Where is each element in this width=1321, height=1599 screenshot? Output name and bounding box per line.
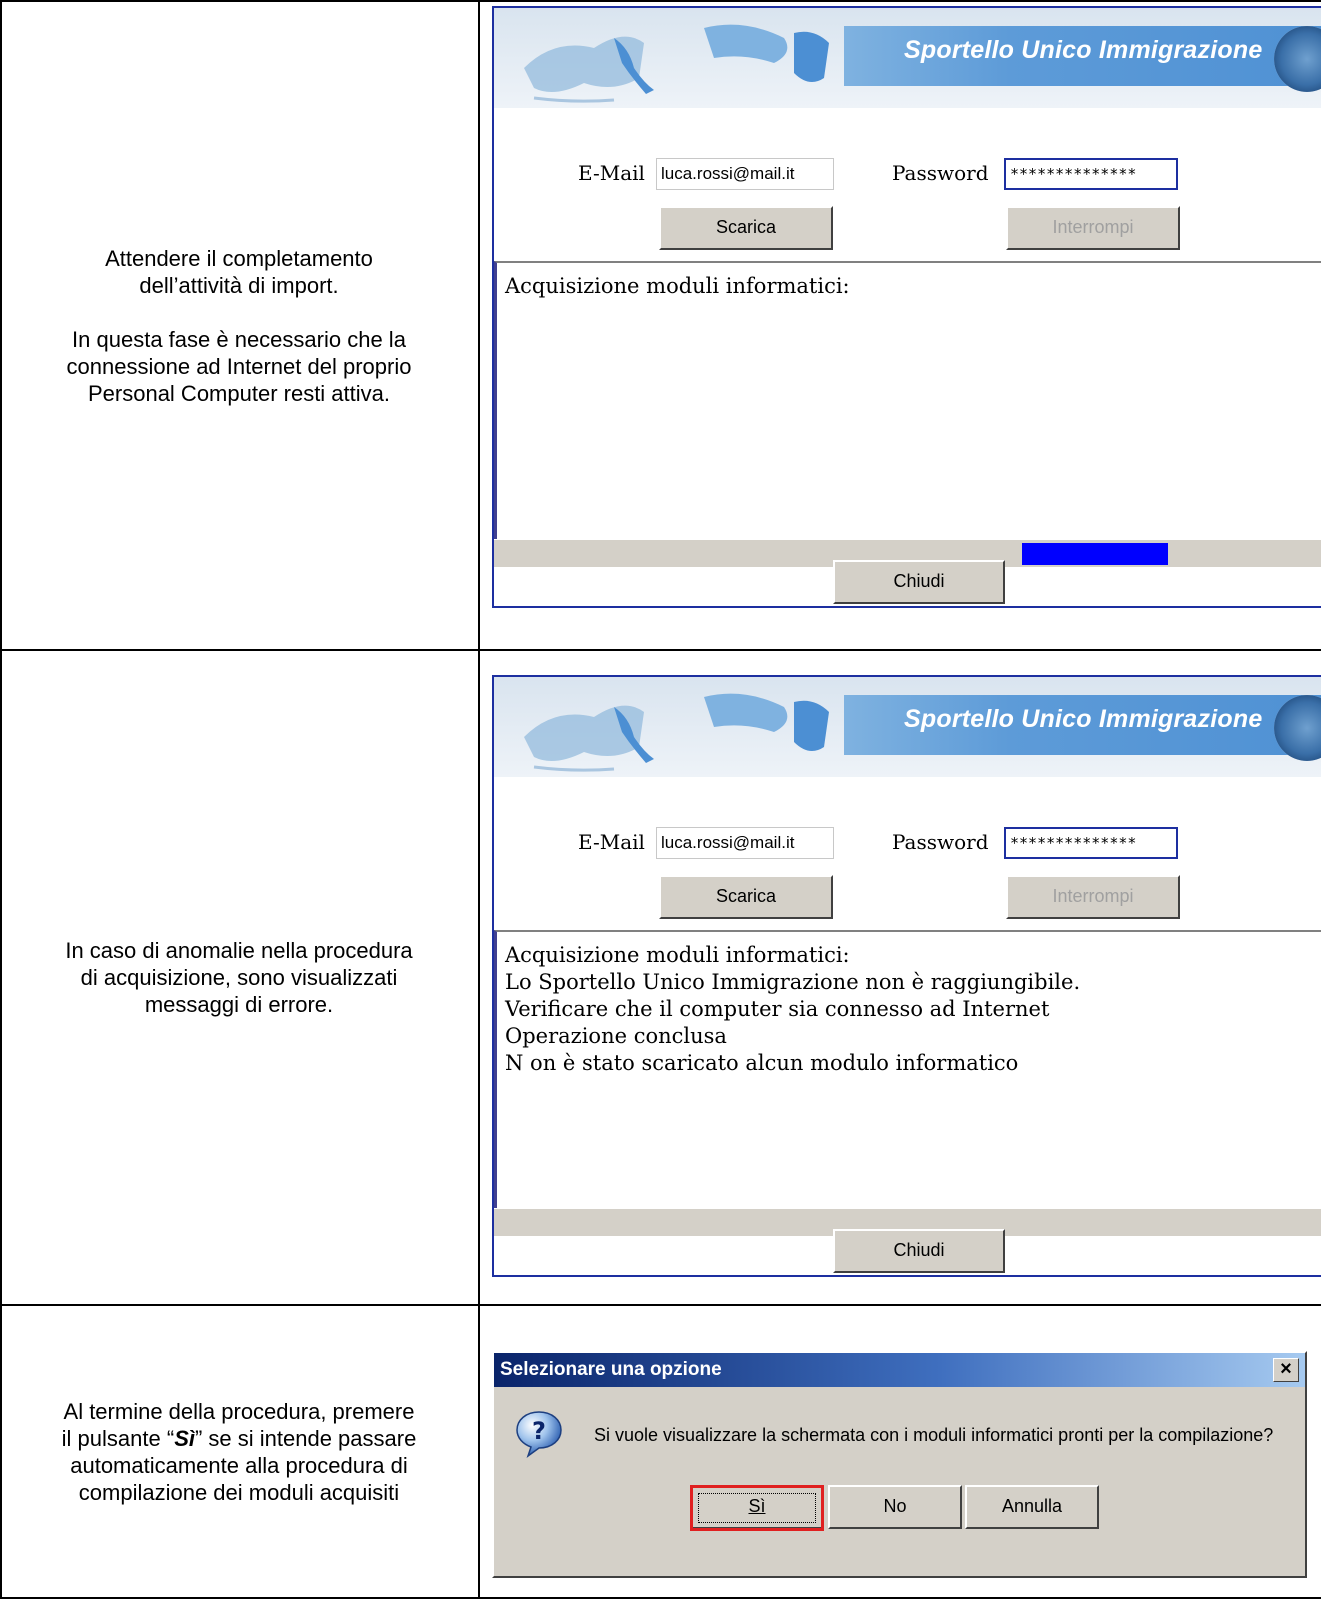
dialog-titlebar: Selezionare una opzione × <box>494 1353 1305 1387</box>
banner-title: Sportello Unico Immigrazione <box>904 705 1263 733</box>
log-line: Acquisizione moduli informatici: <box>505 274 850 298</box>
log-line: Lo Sportello Unico Immigrazione non è ra… <box>505 970 1081 994</box>
password-field[interactable]: ************** <box>1004 827 1178 859</box>
description-line: Al termine della procedura, premere <box>63 1398 415 1424</box>
log-line: Operazione conclusa <box>505 1024 727 1048</box>
dialog-title: Selezionare una opzione <box>500 1359 722 1380</box>
description-line: dell’attività di import. <box>139 272 339 298</box>
download-window: Sportello Unico Immigrazione E-Mail luca… <box>492 675 1321 1277</box>
banner: Sportello Unico Immigrazione <box>494 677 1321 777</box>
cancel-button[interactable]: Annulla <box>965 1485 1099 1529</box>
email-field[interactable]: luca.rossi@mail.it <box>656 827 834 859</box>
password-label: Password <box>892 830 989 854</box>
description-line: automaticamente alla procedura di <box>70 1452 408 1478</box>
cancel-button-label: Annulla <box>1001 1496 1063 1516</box>
row-2-description: In caso di anomalie nella procedura di a… <box>0 651 478 1304</box>
svg-text:?: ? <box>532 1417 546 1445</box>
question-icon: ? <box>516 1411 562 1458</box>
description-line: compilazione dei moduli acquisiti <box>78 1479 400 1505</box>
description-line: connessione ad Internet del proprio <box>66 353 412 379</box>
stop-button[interactable]: Interrompi <box>1006 875 1180 919</box>
description-line: In caso di anomalie nella procedura <box>65 938 413 963</box>
log-area: Acquisizione moduli informatici: <box>494 261 1321 539</box>
row-3-description: Al termine della procedura, premere il p… <box>0 1306 478 1597</box>
progress-bar <box>1022 543 1168 565</box>
description-line: il pulsante “Sì” se si intende passare <box>62 1425 417 1452</box>
close-icon[interactable]: × <box>1273 1358 1299 1382</box>
download-button[interactable]: Scarica <box>659 206 833 250</box>
no-button[interactable]: No <box>828 1485 962 1529</box>
yes-emphasis: Sì <box>174 1425 195 1451</box>
row-1-description: Attendere il completamento dell’attività… <box>0 2 478 649</box>
description-line: Attendere il completamento <box>105 245 373 271</box>
password-field[interactable]: ************** <box>1004 158 1178 190</box>
download-window: Sportello Unico Immigrazione E-Mail luca… <box>492 6 1321 608</box>
log-line: Acquisizione moduli informatici: <box>505 943 850 967</box>
banner: Sportello Unico Immigrazione <box>494 8 1321 108</box>
email-label: E-Mail <box>578 830 645 854</box>
banner-title: Sportello Unico Immigrazione <box>904 36 1263 64</box>
focus-ring <box>698 1493 816 1523</box>
row-2-screenshot: Sportello Unico Immigrazione E-Mail luca… <box>492 675 1321 1277</box>
description-line: di acquisizione, sono visualizzati <box>80 965 398 990</box>
email-field[interactable]: luca.rossi@mail.it <box>656 158 834 190</box>
email-label: E-Mail <box>578 161 645 185</box>
option-dialog: Selezionare una opzione × ? Si vuole vis… <box>492 1351 1307 1578</box>
description-fragment: il pulsante “ <box>61 1425 175 1451</box>
description-line: Personal Computer resti attiva. <box>87 380 391 406</box>
log-line: N on è stato scaricato alcun modulo info… <box>505 1051 1019 1075</box>
description-line: In questa fase è necessario che la <box>72 326 406 352</box>
map-illustration <box>524 693 829 772</box>
close-button[interactable]: Chiudi <box>833 1229 1005 1273</box>
log-area: Acquisizione moduli informatici: Lo Spor… <box>494 930 1321 1208</box>
description-fragment: ” se si intende passare <box>194 1425 417 1451</box>
close-button[interactable]: Chiudi <box>833 560 1005 604</box>
download-button[interactable]: Scarica <box>659 875 833 919</box>
yes-button-highlight <box>690 1485 824 1531</box>
password-label: Password <box>892 161 989 185</box>
description-line: messaggi di errore. <box>144 992 334 1017</box>
stop-button[interactable]: Interrompi <box>1006 206 1180 250</box>
dialog-message: Si vuole visualizzare la schermata con i… <box>594 1425 1274 1445</box>
table-column-divider <box>478 0 480 1599</box>
no-button-label: No <box>883 1496 907 1516</box>
log-line: Verificare che il computer sia connesso … <box>505 997 1050 1021</box>
row-1-screenshot: Sportello Unico Immigrazione E-Mail luca… <box>492 6 1321 608</box>
map-illustration <box>524 24 829 103</box>
